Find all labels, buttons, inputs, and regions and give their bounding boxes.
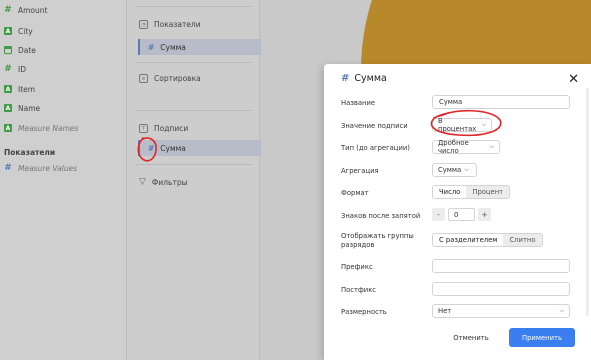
pill-label: Сумма <box>160 143 186 153</box>
chevron-down-icon: ⌵ <box>464 166 469 173</box>
section-sort-header: ≡ Сортировка <box>139 74 201 83</box>
measure-hash-icon: # <box>4 5 12 15</box>
measure-hash-icon: # <box>341 73 350 84</box>
field-date[interactable]: Date <box>4 43 36 57</box>
section-measures-header: ◔ Показатели <box>139 20 201 29</box>
label-tag-icon: T <box>139 124 148 133</box>
no-separator-option[interactable]: Слитно <box>503 234 542 246</box>
visualization-sections-panel: ◔ Показатели # Сумма ≡ Сортировка T Подп… <box>127 0 274 360</box>
section-title: Сортировка <box>154 74 201 83</box>
field-city[interactable]: A City <box>4 24 33 38</box>
decimals-label: Знаков после запятой <box>341 212 421 220</box>
field-label: Amount <box>18 5 48 15</box>
unit-select[interactable]: Нет ⌵ <box>432 304 570 318</box>
format-number-option[interactable]: Число <box>433 186 467 198</box>
select-value: Дробное число <box>438 139 469 155</box>
apply-button[interactable]: Применить <box>509 328 575 347</box>
decimals-input[interactable]: 0 <box>448 208 475 221</box>
measure-hash-icon: # <box>148 42 155 52</box>
section-labels-header: T Подписи <box>139 124 188 133</box>
group-digits-toggle: С разделителем Слитно <box>432 233 543 247</box>
chevron-down-icon: ⌵ <box>489 143 494 150</box>
section-title: Подписи <box>154 124 189 133</box>
pie-chart-icon: ◔ <box>139 20 148 29</box>
decimals-stepper: - 0 + <box>432 208 491 221</box>
field-id[interactable]: # ID <box>4 62 26 76</box>
field-item[interactable]: A Item <box>4 82 35 96</box>
postfix-label: Постфикс <box>341 286 377 294</box>
prefix-input[interactable] <box>432 259 570 273</box>
string-type-icon: A <box>4 27 12 35</box>
select-value: Сумма <box>438 166 462 174</box>
chevron-down-icon: ⌵ <box>559 307 564 314</box>
with-separator-option[interactable]: С разделителем <box>433 234 504 246</box>
sort-icon: ≡ <box>139 74 148 83</box>
section-filters-header: ▽ Фильтры <box>139 177 188 187</box>
section-title: Показатели <box>154 20 201 29</box>
format-label: Формат <box>341 189 369 197</box>
group-digits-label: Отображать группы разрядов <box>341 232 414 250</box>
field-settings-dialog: # Сумма ✕ Название Сумма Значение подпис… <box>324 64 591 360</box>
divider <box>135 110 252 111</box>
field-label: Date <box>18 45 36 55</box>
measures-pill-sum[interactable]: # Сумма <box>138 39 274 55</box>
field-label: Item <box>18 84 36 94</box>
field-label: Measure Names <box>18 123 79 133</box>
type-label: Тип (до агрегации) <box>341 144 410 152</box>
dialog-scrollbar[interactable] <box>586 88 589 316</box>
measure-hash-icon: # <box>4 64 12 74</box>
field-label: ID <box>18 64 26 74</box>
calendar-icon <box>4 46 12 54</box>
string-type-icon: A <box>4 85 12 93</box>
filter-funnel-icon: ▽ <box>139 177 146 187</box>
fields-panel: # Amount A City Date # ID A Item A Name … <box>0 0 127 360</box>
format-percent-option[interactable]: Процент <box>466 186 510 198</box>
select-value: В процентах <box>438 117 477 133</box>
string-type-icon: A <box>4 124 12 132</box>
pill-label: Сумма <box>160 42 186 52</box>
format-toggle: Число Процент <box>432 185 511 199</box>
measure-hash-icon: # <box>148 143 155 153</box>
name-input[interactable]: Сумма <box>432 95 570 109</box>
cancel-button[interactable]: Отменить <box>446 330 496 346</box>
measure-hash-icon: # <box>4 163 12 173</box>
dialog-title-text: Сумма <box>354 73 387 84</box>
string-type-icon: A <box>4 104 12 112</box>
measures-section-title: Показатели <box>4 148 56 157</box>
field-measure-values[interactable]: # Measure Values <box>4 161 77 175</box>
close-icon: ✕ <box>568 72 579 87</box>
divider <box>135 62 252 63</box>
divider <box>135 6 252 7</box>
field-measure-names[interactable]: A Measure Names <box>4 121 78 135</box>
label-value-select[interactable]: В процентах ⌵ <box>432 117 492 133</box>
section-title: Фильтры <box>151 177 188 187</box>
close-button[interactable]: ✕ <box>568 72 579 87</box>
select-value: Нет <box>438 307 452 315</box>
dialog-title: # Сумма <box>341 73 387 84</box>
aggregation-select[interactable]: Сумма ⌵ <box>432 163 477 177</box>
field-label: Measure Values <box>18 163 78 173</box>
increment-button[interactable]: + <box>478 208 491 221</box>
unit-label: Размерность <box>341 308 387 316</box>
type-select[interactable]: Дробное число ⌵ <box>432 139 500 155</box>
decrement-button[interactable]: - <box>432 208 445 221</box>
field-label: City <box>18 26 33 36</box>
divider <box>135 164 252 165</box>
field-amount[interactable]: # Amount <box>4 3 47 17</box>
labels-pill-sum[interactable]: # Сумма <box>138 140 274 156</box>
field-name[interactable]: A Name <box>4 101 40 115</box>
postfix-input[interactable] <box>432 282 570 296</box>
name-label: Название <box>341 99 376 107</box>
chevron-down-icon: ⌵ <box>481 121 486 128</box>
field-label: Name <box>18 103 41 113</box>
aggregation-label: Агрегация <box>341 167 379 175</box>
prefix-label: Префикс <box>341 263 373 271</box>
label-value-label: Значение подписи <box>341 122 408 130</box>
